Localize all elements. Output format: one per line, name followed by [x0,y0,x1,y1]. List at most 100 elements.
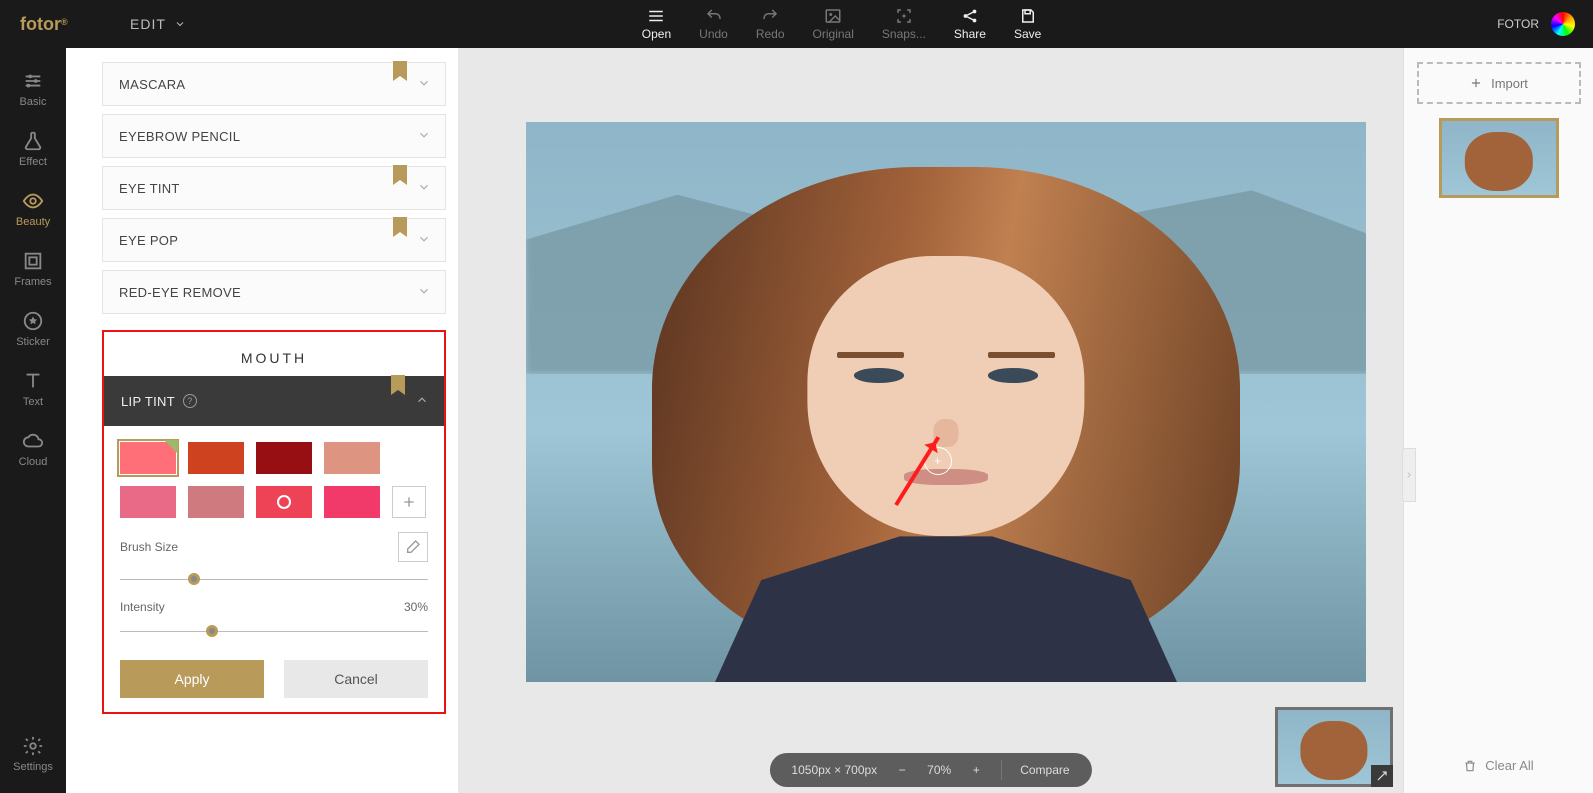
topbar-user: FOTOR [1497,12,1575,36]
color-swatch[interactable] [120,442,176,474]
rail-item-effect[interactable]: Effect [0,122,66,176]
beauty-panel: MASCARA EYEBROW PENCIL EYE TINT EYE POP RED-… [66,48,458,793]
zoom-in-button[interactable]: + [969,763,983,777]
color-swatch[interactable] [324,442,380,474]
accordion-red-eye-remove[interactable]: RED-EYE REMOVE [102,270,446,314]
color-swatch[interactable] [188,486,244,518]
add-color-button[interactable] [392,486,426,518]
registered-mark: ® [61,17,68,27]
plus-icon [1469,76,1483,90]
accordion-label: RED-EYE REMOVE [119,285,241,300]
accordion-eyebrow-pencil[interactable]: EYEBROW PENCIL [102,114,446,158]
color-swatch[interactable] [256,486,312,518]
color-swatch[interactable] [324,486,380,518]
color-swatch[interactable] [188,442,244,474]
settings-icon [22,735,44,757]
text-icon [22,370,44,392]
accordion-label: MASCARA [119,77,185,92]
rail-label: Text [23,396,43,408]
snaps-button[interactable]: Snaps... [882,7,926,41]
undo-button[interactable]: Undo [699,7,728,41]
color-swatch[interactable] [256,442,312,474]
help-icon[interactable]: ? [183,394,197,408]
brush-size-label: Brush Size [120,540,178,554]
minimap-expand-button[interactable] [1371,765,1393,787]
redo-button[interactable]: Redo [756,7,785,41]
brand-name: fotor [20,14,61,34]
rail-item-cloud[interactable]: Cloud [0,422,66,476]
import-button[interactable]: Import [1417,62,1581,104]
intensity-value: 30% [404,600,428,614]
open-icon [646,7,666,25]
clear-all-button[interactable]: Clear All [1463,752,1533,779]
bookmark-icon [391,375,405,395]
canvas-image[interactable]: + [526,122,1366,682]
topbar: fotor® EDIT Open Undo Redo Original Snaps...… [0,0,1593,48]
mode-dropdown[interactable]: EDIT [130,16,186,32]
bookmark-icon [393,165,407,185]
sticker-icon [22,310,44,332]
canvas-dimensions: 1050px × 700px [791,763,877,777]
top-icon-label: Original [813,27,854,41]
expand-sidebar-tab[interactable] [1402,448,1416,502]
minimap[interactable] [1275,707,1393,787]
open-button[interactable]: Open [642,7,671,41]
intensity-slider[interactable] [120,624,428,638]
rail-item-sticker[interactable]: Sticker [0,302,66,356]
rail-label: Beauty [16,216,50,228]
mouth-section-title: MOUTH [104,332,444,376]
zoom-out-button[interactable]: − [895,763,909,777]
share-button[interactable]: Share [954,7,986,41]
top-icon-label: Share [954,27,986,41]
color-swatch[interactable] [120,486,176,518]
chevron-up-icon [415,393,429,410]
accordion-eye-tint[interactable]: EYE TINT [102,166,446,210]
accordion-label: EYE TINT [119,181,180,196]
brush-size-slider[interactable] [120,572,428,586]
rail-label: Cloud [19,456,48,468]
bookmark-icon [393,217,407,237]
accordion-label: EYE POP [119,233,178,248]
apply-button[interactable]: Apply [120,660,264,698]
compare-button[interactable]: Compare [1020,763,1069,777]
asset-thumbnail[interactable] [1439,118,1559,198]
chevron-down-icon [417,284,431,301]
frames-icon [22,250,44,272]
chevron-down-icon [174,18,186,30]
mouth-section-highlight: MOUTH LIP TINT ? Brush Size [102,330,446,714]
tool-rail: Basic Effect Beauty Frames Sticker Text Cloud S… [0,48,66,793]
rail-label: Basic [20,96,47,108]
rail-label: Settings [13,761,53,773]
avatar[interactable] [1551,12,1575,36]
original-button[interactable]: Original [813,7,854,41]
eraser-button[interactable] [398,532,428,562]
rail-item-beauty[interactable]: Beauty [0,182,66,236]
share-icon [960,7,980,25]
top-icon-label: Undo [699,27,728,41]
top-icon-label: Redo [756,27,785,41]
rail-item-text[interactable]: Text [0,362,66,416]
rail-label: Frames [14,276,51,288]
effect-icon [22,130,44,152]
top-icon-label: Open [642,27,671,41]
redo-icon [760,7,780,25]
bookmark-icon [393,61,407,81]
lip-tint-label: LIP TINT [121,394,175,409]
rail-item-frames[interactable]: Frames [0,242,66,296]
undo-icon [704,7,724,25]
rail-item-settings[interactable]: Settings [0,727,66,781]
accordion-label: EYEBROW PENCIL [119,129,240,144]
original-icon [823,7,843,25]
canvas-area[interactable]: + 1050px × 700px − 70% + Compare [458,48,1403,793]
accordion-mascara[interactable]: MASCARA [102,62,446,106]
accordion-lip-tint[interactable]: LIP TINT ? [104,376,444,426]
save-button[interactable]: Save [1014,7,1041,41]
accordion-eye-pop[interactable]: EYE POP [102,218,446,262]
brand-logo[interactable]: fotor® [0,14,90,35]
chevron-down-icon [417,76,431,93]
cancel-button[interactable]: Cancel [284,660,428,698]
chevron-down-icon [417,128,431,145]
snaps-icon [894,7,914,25]
rail-item-basic[interactable]: Basic [0,62,66,116]
basic-icon [22,70,44,92]
